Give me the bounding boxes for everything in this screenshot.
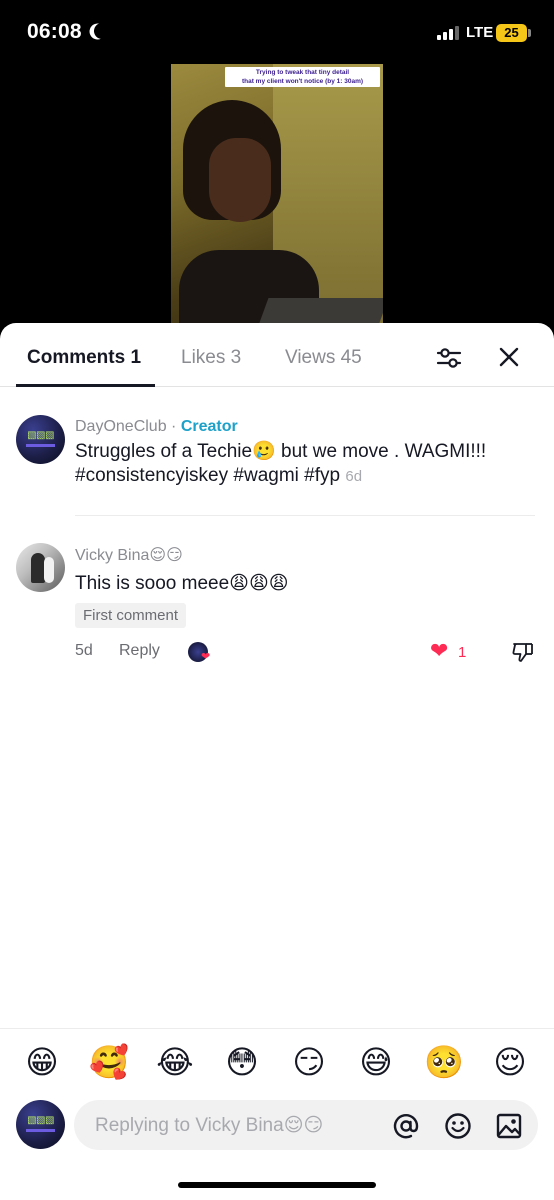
- comment-text: This is sooo meee😩😩😩: [75, 573, 289, 594]
- emoji-button[interactable]: 😂: [156, 1043, 194, 1081]
- comment-input[interactable]: Replying to Vicky Bina😌😏: [74, 1100, 538, 1150]
- separator: ·: [166, 418, 181, 435]
- emoji-button[interactable]: 😌: [491, 1043, 529, 1081]
- self-avatar: ▧▧▧: [16, 1100, 65, 1149]
- creator-label: Creator: [180, 418, 238, 435]
- comment-composer: ▧▧▧ Replying to Vicky Bina😌😏: [0, 1090, 554, 1200]
- emoji-bar: 😁 🥰 😂 😳 😏 😅 🥺 😌: [0, 1028, 554, 1090]
- network-type: LTE: [466, 24, 494, 41]
- signal-icon: [437, 26, 459, 40]
- close-icon[interactable]: [497, 345, 521, 369]
- video-caption-line2: that my client won't notice (by 1: 30am): [241, 78, 364, 85]
- comment-username[interactable]: Vicky Bina😌😏: [75, 545, 183, 565]
- avatar-logo: ▧▧▧: [27, 430, 54, 441]
- tab-views[interactable]: Views 45: [285, 347, 362, 369]
- heart-icon[interactable]: ❤: [430, 640, 448, 662]
- video-preview[interactable]: Trying to tweak that tiny detail that my…: [171, 64, 383, 328]
- comment-text: Struggles of a Techie🥲 but we move . WAG…: [75, 440, 535, 489]
- avatar[interactable]: ▧▧▧: [16, 415, 65, 464]
- image-icon[interactable]: [495, 1112, 523, 1140]
- video-caption-line1: Trying to tweak that tiny detail: [255, 69, 350, 76]
- emoji-button[interactable]: 😳: [223, 1043, 261, 1081]
- status-time: 06:08: [27, 20, 82, 43]
- battery-tip: [528, 29, 531, 37]
- at-icon[interactable]: [392, 1112, 420, 1140]
- emoji-button[interactable]: 🥰: [89, 1043, 129, 1081]
- comment-age: 5d: [75, 642, 93, 659]
- battery-icon: 25: [496, 24, 527, 42]
- tab-comments[interactable]: Comments 1: [27, 347, 141, 369]
- emoji-button[interactable]: 😏: [290, 1043, 328, 1081]
- avatar[interactable]: [16, 543, 65, 592]
- active-tab-indicator: [16, 384, 155, 387]
- home-indicator: [178, 1182, 376, 1188]
- tab-likes[interactable]: Likes 3: [181, 347, 241, 369]
- emoji-button[interactable]: 😁: [23, 1043, 61, 1081]
- comment-body: Struggles of a Techie🥲 but we move . WAG…: [75, 441, 487, 486]
- dislike-icon[interactable]: [511, 640, 535, 664]
- comment-username[interactable]: DayOneClub · Creator: [75, 418, 238, 436]
- video-person: [179, 100, 319, 328]
- comment-input-placeholder[interactable]: Replying to Vicky Bina😌😏: [95, 1114, 323, 1137]
- emoji-button[interactable]: 🥺: [424, 1043, 464, 1081]
- filter-icon[interactable]: [436, 345, 462, 371]
- video-caption: Trying to tweak that tiny detail that my…: [225, 67, 380, 87]
- moon-icon: [92, 21, 113, 42]
- first-comment-badge: First comment: [75, 603, 187, 628]
- reply-button[interactable]: Reply: [119, 642, 160, 660]
- status-bar: 06:08 LTE 25: [0, 0, 554, 64]
- comment-age: 6d: [345, 468, 363, 485]
- creator-liked-heart-icon: ❤: [201, 651, 211, 663]
- emoji-button[interactable]: 😅: [357, 1043, 395, 1081]
- tab-bar: Comments 1 Likes 3 Views 45: [0, 323, 554, 387]
- like-count: 1: [458, 644, 467, 661]
- username-text[interactable]: DayOneClub: [75, 418, 167, 435]
- smile-icon[interactable]: [444, 1112, 472, 1140]
- comment-divider: [75, 515, 535, 516]
